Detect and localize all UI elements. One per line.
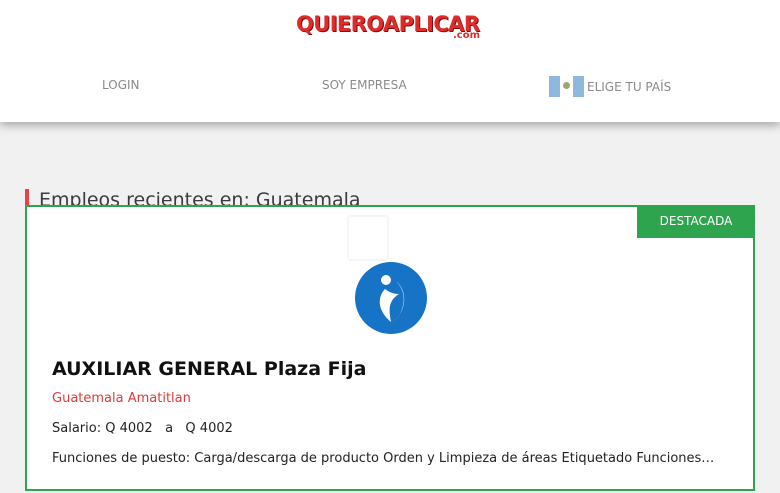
job-description: Funciones de puesto: Carga/descarga de p… (52, 451, 718, 466)
job-salary: Salario: Q 4002 a Q 4002 (52, 421, 233, 436)
soy-empresa-link[interactable]: SOY EMPRESA (322, 77, 407, 93)
job-title-link[interactable]: AUXILIAR GENERAL Plaza Fija (52, 357, 366, 381)
login-link[interactable]: LOGIN (102, 77, 140, 93)
job-card[interactable]: DESTACADA AUXILIAR GENERAL Plaza Fija Gu… (25, 205, 755, 491)
site-logo[interactable]: QUIEROAPLICAR .com (296, 12, 486, 44)
job-location: Guatemala Amatitlan (52, 391, 191, 406)
logo-wordmark: QUIEROAPLICAR (296, 12, 480, 36)
site-header: QUIEROAPLICAR .com LOGIN SOY EMPRESA ELI… (0, 0, 780, 122)
guatemala-flag-icon (549, 76, 584, 97)
choose-country-label: ELIGE TU PAÍS (587, 79, 672, 94)
placeholder-image-icon (347, 215, 389, 261)
featured-badge: DESTACADA (637, 205, 755, 238)
choose-country-link[interactable]: ELIGE TU PAÍS (549, 76, 671, 97)
company-logo-icon[interactable] (354, 261, 428, 335)
logo-domain: .com (452, 30, 480, 41)
